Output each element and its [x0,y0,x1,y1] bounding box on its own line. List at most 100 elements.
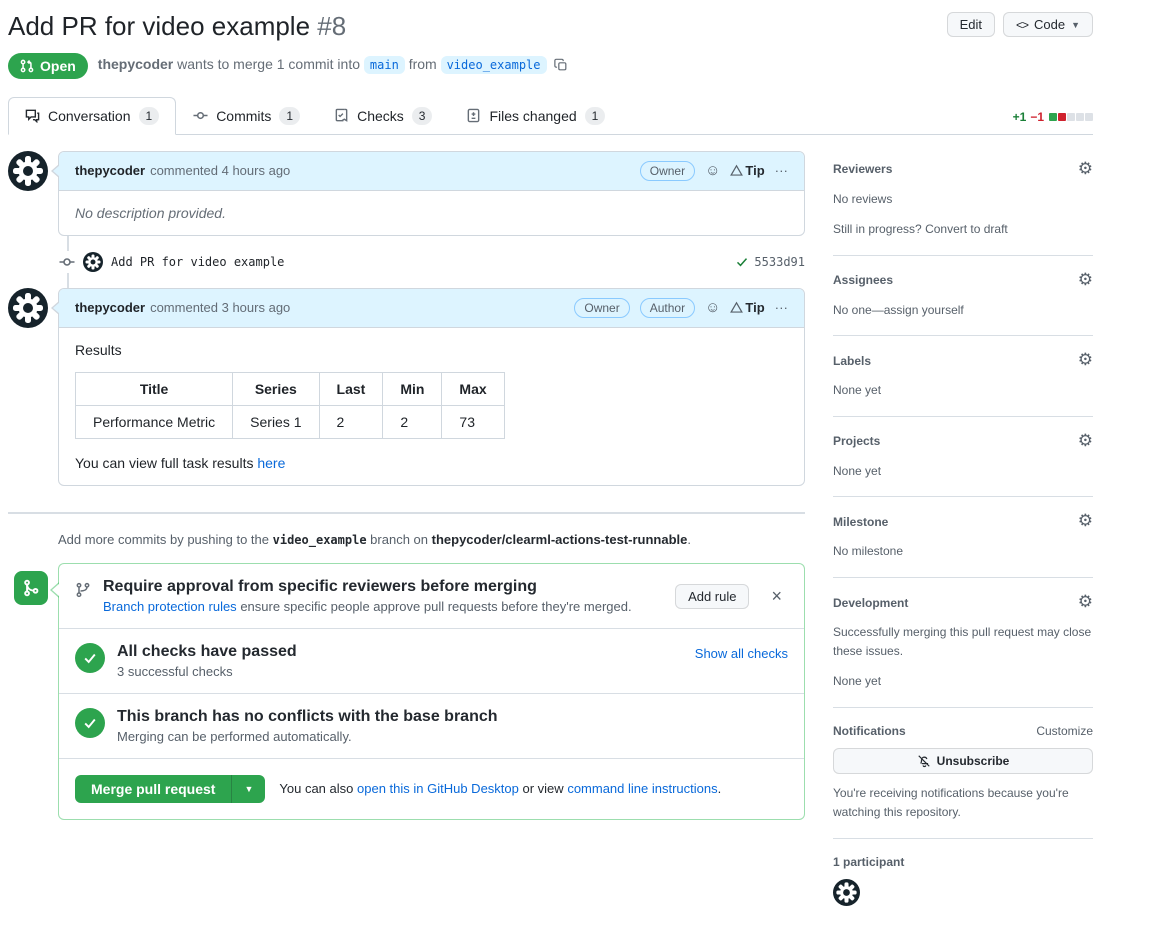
labels-empty: None yet [833,381,1093,400]
table-cell: Performance Metric [76,405,233,438]
convert-to-draft-row: Still in progress? Convert to draft [833,220,1093,239]
emoji-reaction-button[interactable]: ☺ [705,300,720,315]
tab-checks[interactable]: Checks 3 [317,97,449,135]
sidebar-section-reviewers: Reviewers ⚙ No reviews Still in progress… [833,161,1093,256]
push-note-text: Add more commits by pushing to the [58,532,269,547]
gear-icon[interactable]: ⚙ [1078,433,1093,450]
copy-branch-icon[interactable] [554,59,568,75]
merge-actions: Merge pull request ▼ You can also open t… [59,758,804,819]
branch-protection-section: Require approval from specific reviewers… [59,564,804,628]
convert-to-draft-link[interactable]: Convert to draft [925,222,1008,236]
avatar[interactable] [8,151,48,191]
diffstat: +1 −1 [1013,110,1093,124]
show-all-checks-link[interactable]: Show all checks [695,646,788,661]
tip-button[interactable]: Tip [730,163,764,178]
warning-triangle-icon [730,164,743,177]
diffstat-blocks [1049,113,1093,121]
edit-button[interactable]: Edit [947,12,995,37]
pr-title-text: Add PR for video example [8,11,310,41]
code-button-label: Code [1034,17,1065,32]
git-commit-icon [193,108,208,123]
task-results-link[interactable]: here [257,455,285,471]
add-rule-button[interactable]: Add rule [675,584,749,609]
git-merge-icon [14,571,48,605]
kebab-menu-icon[interactable]: ··· [775,163,788,178]
gear-icon[interactable]: ⚙ [1078,513,1093,530]
development-heading-row: Development ⚙ [833,594,1093,611]
pr-meta-row: Open thepycoder wants to merge 1 commit … [8,53,1093,79]
merge-button-group: Merge pull request ▼ [75,775,265,803]
base-branch-label[interactable]: main [364,56,405,74]
tab-commits[interactable]: Commits 1 [176,97,317,135]
branch-protection-rules-link[interactable]: Branch protection rules [103,599,237,614]
emoji-reaction-button[interactable]: ☺ [705,163,720,178]
rule-description: Branch protection rules ensure specific … [103,599,663,614]
chevron-down-icon: ▼ [1071,20,1080,30]
merge-box: Require approval from specific reviewers… [58,563,805,820]
gear-icon[interactable]: ⚙ [1078,161,1093,178]
results-table-header-row: Title Series Last Min Max [76,372,505,405]
comment-box: thepycoder commented 4 hours ago Owner ☺… [58,151,805,236]
kebab-menu-icon[interactable]: ··· [775,300,788,315]
success-check-icon [75,708,105,738]
assignees-empty-text: No one— [833,303,884,317]
push-note: Add more commits by pushing to the video… [58,532,805,547]
warning-triangle-icon [730,301,743,314]
avatar[interactable] [8,288,48,328]
customize-link[interactable]: Customize [1036,724,1093,738]
reviewers-empty: No reviews [833,190,1093,209]
commit-hash-link[interactable]: 5533d91 [754,255,805,269]
column-header: Last [319,372,383,405]
merge-pull-request-button[interactable]: Merge pull request [75,775,231,803]
command-line-link[interactable]: command line instructions [567,781,717,796]
check-icon[interactable] [736,256,748,268]
pr-author[interactable]: thepycoder [98,56,173,72]
merge-options-caret[interactable]: ▼ [231,775,265,803]
projects-heading-row: Projects ⚙ [833,433,1093,450]
projects-empty: None yet [833,462,1093,481]
tab-files-changed-count: 1 [585,107,606,125]
timeline-commit-wrap: Add PR for video example 5533d91 [8,236,805,288]
comment-author[interactable]: thepycoder [75,300,145,315]
checks-section: All checks have passed 3 successful chec… [59,628,804,693]
tab-conversation[interactable]: Conversation 1 [8,97,176,135]
git-branch-icon [75,582,91,601]
avatar[interactable] [83,252,103,272]
code-dropdown-button[interactable]: <> Code ▼ [1003,12,1093,37]
comment-text: You can view full task results [75,455,253,471]
unsubscribe-button[interactable]: Unsubscribe [833,748,1093,774]
sidebar-section-milestone: Milestone ⚙ No milestone [833,513,1093,578]
tab-files-changed[interactable]: Files changed 1 [449,97,622,135]
diffstat-added: +1 [1013,110,1027,124]
development-empty: None yet [833,672,1093,691]
milestone-empty: No milestone [833,542,1093,561]
assign-yourself-link[interactable]: assign yourself [884,303,964,317]
github-desktop-link[interactable]: open this in GitHub Desktop [357,781,519,796]
diffstat-block-added [1049,113,1057,121]
pr-number: #8 [317,11,346,41]
head-branch-label[interactable]: video_example [441,56,547,74]
labels-heading: Labels [833,354,871,368]
tab-conversation-label: Conversation [48,108,131,124]
conflicts-title: This branch has no conflicts with the ba… [117,708,788,726]
comment-author[interactable]: thepycoder [75,163,145,178]
avatar[interactable] [833,879,860,906]
main-content: thepycoder commented 4 hours ago Owner ☺… [8,151,1093,941]
file-diff-icon [466,108,481,123]
column-header: Max [442,372,504,405]
gear-icon[interactable]: ⚙ [1078,594,1093,611]
checks-title: All checks have passed [117,643,683,661]
gear-icon[interactable]: ⚙ [1078,272,1093,289]
close-icon[interactable]: × [765,586,788,606]
git-commit-icon [59,251,75,273]
commit-message-link[interactable]: Add PR for video example [111,255,284,269]
table-cell: 2 [319,405,383,438]
gear-icon[interactable]: ⚙ [1078,352,1093,369]
status-badge-label: Open [40,58,76,74]
checklist-icon [334,108,349,123]
also-text: You can also [279,781,353,796]
owner-badge: Owner [574,298,629,318]
comment-text: No description provided. [75,205,226,221]
tip-button[interactable]: Tip [730,300,764,315]
pr-tab-nav: Conversation 1 Commits 1 Checks 3 Files … [8,97,1093,135]
